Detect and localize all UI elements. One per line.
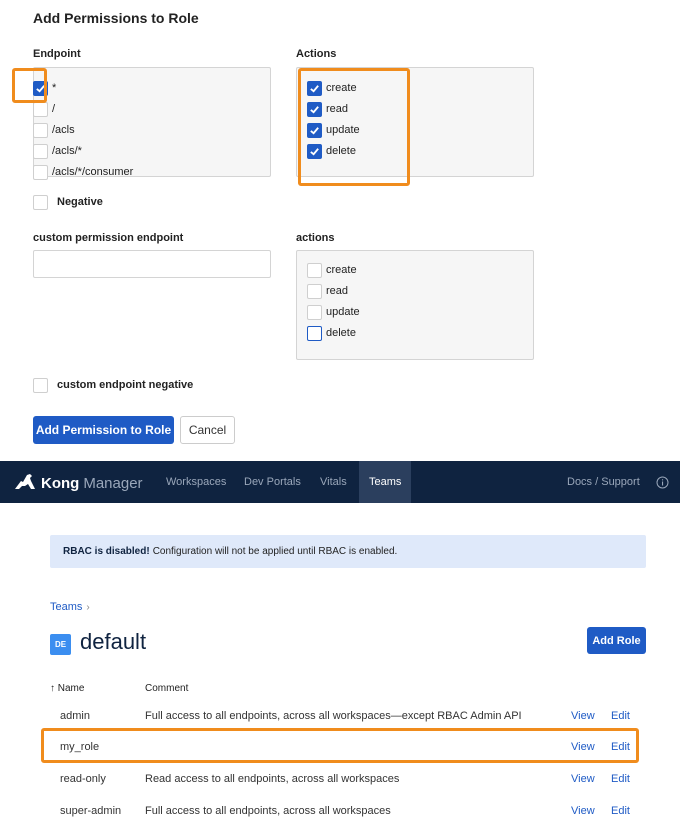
info-icon[interactable]	[656, 461, 669, 503]
role-name: super-admin	[60, 805, 122, 817]
highlight-box-my-role-row	[41, 728, 639, 763]
cancel-button[interactable]: Cancel	[180, 416, 235, 444]
endpoint-option[interactable]: *	[33, 79, 56, 97]
checkbox-icon[interactable]	[33, 122, 48, 138]
checkbox-icon[interactable]	[307, 325, 322, 341]
checkbox-checked-icon[interactable]	[307, 143, 322, 159]
checkbox-icon[interactable]	[307, 283, 322, 299]
custom-negative-label: custom endpoint negative	[57, 379, 194, 391]
checkbox-checked-icon[interactable]	[33, 80, 48, 96]
custom-actions-label: actions	[296, 232, 335, 244]
role-name: admin	[60, 710, 90, 722]
nav-item-dev-portals[interactable]: Dev Portals	[244, 461, 301, 503]
endpoint-option-label: /acls/*	[52, 145, 82, 157]
endpoint-option[interactable]: /acls/*/consumer	[33, 163, 133, 181]
view-link[interactable]: View	[571, 773, 595, 785]
actions-label: Actions	[296, 48, 337, 60]
negative-label: Negative	[57, 196, 103, 208]
breadcrumb-teams[interactable]: Teams	[50, 601, 82, 613]
alert-text: Configuration will not be applied until …	[152, 546, 398, 557]
action-option[interactable]: delete	[307, 142, 356, 160]
endpoint-option-label: /	[52, 103, 56, 115]
endpoint-option-label: *	[52, 82, 57, 94]
edit-link[interactable]: Edit	[611, 773, 630, 785]
custom-action-label: update	[326, 306, 360, 318]
checkbox-icon[interactable]	[307, 262, 322, 278]
brand-name: Kong	[41, 475, 80, 492]
action-option-label: update	[326, 124, 360, 136]
endpoint-option-label: /acls/*/consumer	[52, 166, 134, 178]
custom-action-label: delete	[326, 327, 356, 339]
view-link[interactable]: View	[571, 710, 595, 722]
custom-action-option[interactable]: delete	[307, 324, 356, 342]
view-link[interactable]: View	[571, 805, 595, 817]
edit-link[interactable]: Edit	[611, 805, 630, 817]
view-link[interactable]: View	[571, 741, 595, 753]
action-option-label: read	[326, 103, 349, 115]
add-role-button[interactable]: Add Role	[587, 627, 646, 654]
checkbox-icon[interactable]	[33, 143, 48, 159]
kong-gorilla-icon	[14, 472, 36, 495]
checkbox-checked-icon[interactable]	[307, 101, 322, 117]
nav-item-teams[interactable]: Teams	[359, 461, 412, 503]
action-option-label: delete	[326, 145, 356, 157]
checkbox-icon[interactable]	[33, 194, 48, 210]
action-option-label: create	[326, 82, 357, 94]
endpoint-option[interactable]: /	[33, 100, 55, 118]
page-title: default	[80, 629, 147, 654]
nav-item-vitals[interactable]: Vitals	[320, 461, 347, 503]
column-header-name[interactable]: ↑ Name	[50, 683, 84, 694]
checkbox-icon[interactable]	[33, 164, 48, 180]
endpoint-option[interactable]: /acls	[33, 121, 75, 139]
chevron-right-icon: ›	[86, 602, 90, 613]
alert-bold-text: RBAC is disabled!	[63, 546, 150, 557]
breadcrumb[interactable]: Teams ›	[50, 601, 90, 613]
role-name: read-only	[60, 773, 106, 785]
rbac-disabled-alert: RBAC is disabled! Configuration will not…	[50, 535, 646, 568]
custom-action-option[interactable]: create	[307, 261, 357, 279]
role-comment: Full access to all endpoints, across all…	[145, 710, 522, 722]
docs-support-link[interactable]: Docs / Support	[567, 461, 640, 503]
role-name: my_role	[60, 741, 100, 753]
checkbox-icon[interactable]	[33, 101, 48, 117]
endpoint-option[interactable]: /acls/*	[33, 142, 82, 160]
edit-link[interactable]: Edit	[611, 741, 630, 753]
checkbox-icon[interactable]	[307, 304, 322, 320]
add-permission-button[interactable]: Add Permission to Role	[33, 416, 174, 444]
nav-item-workspaces[interactable]: Workspaces	[166, 461, 226, 503]
brand-subname: Manager	[83, 475, 143, 492]
column-header-comment: Comment	[145, 683, 189, 694]
custom-endpoint-label: custom permission endpoint	[33, 232, 184, 244]
checkbox-icon[interactable]	[33, 377, 48, 393]
custom-action-option[interactable]: read	[307, 282, 348, 300]
action-option[interactable]: read	[307, 100, 348, 118]
checkbox-checked-icon[interactable]	[307, 80, 322, 96]
team-badge: DE	[50, 634, 71, 655]
endpoint-label: Endpoint	[33, 48, 81, 60]
custom-negative-option[interactable]: custom endpoint negative	[33, 376, 193, 394]
negative-option[interactable]: Negative	[33, 193, 103, 211]
top-navbar: Kong Manager Workspaces Dev Portals Vita…	[0, 461, 680, 503]
edit-link[interactable]: Edit	[611, 710, 630, 722]
brand-logo[interactable]: Kong Manager	[14, 472, 143, 495]
role-comment: Full access to all endpoints, across all…	[145, 805, 391, 817]
custom-action-option[interactable]: update	[307, 303, 360, 321]
action-option[interactable]: update	[307, 121, 360, 139]
action-option[interactable]: create	[307, 79, 357, 97]
checkbox-checked-icon[interactable]	[307, 122, 322, 138]
custom-action-label: create	[326, 264, 357, 276]
custom-endpoint-input[interactable]	[33, 250, 271, 278]
role-comment: Read access to all endpoints, across all…	[145, 773, 400, 785]
custom-action-label: read	[326, 285, 349, 297]
endpoint-option-label: /acls	[52, 124, 75, 136]
form-title: Add Permissions to Role	[33, 10, 199, 26]
